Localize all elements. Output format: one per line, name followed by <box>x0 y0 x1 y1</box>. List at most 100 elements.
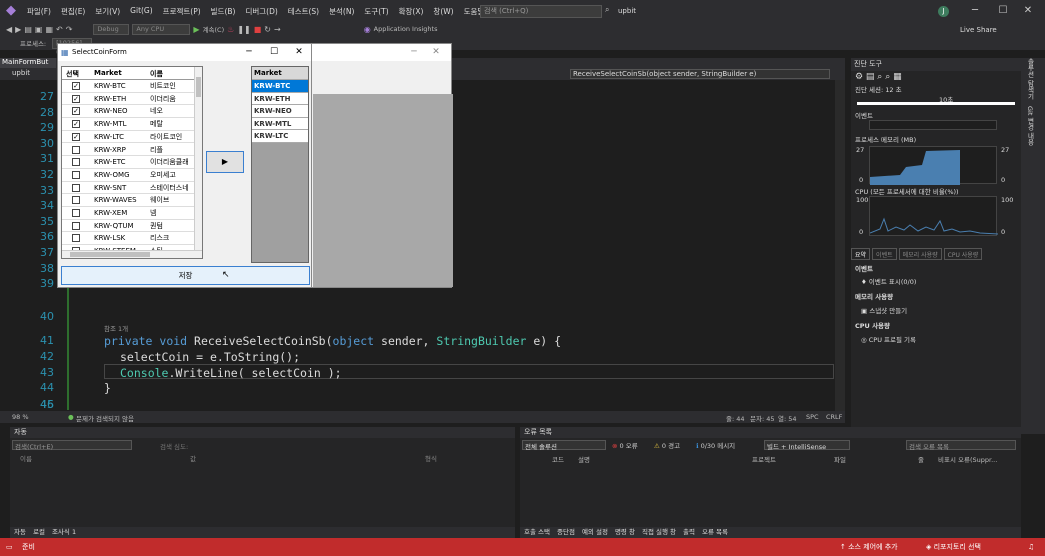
list-item[interactable]: KRW-NEO <box>252 105 308 118</box>
diag-tab-0[interactable]: 요약 <box>851 248 871 260</box>
menu-item-11[interactable]: 창(W) <box>428 6 458 17</box>
autos-search-input[interactable]: 검색(Ctrl+E) <box>12 440 132 451</box>
grid-row[interactable]: ✓ KRW-ETH 이더리움 <box>62 93 194 106</box>
grid-row[interactable]: ✓ KRW-LTC 라이트코인 <box>62 131 194 144</box>
repo-button[interactable]: ◈ 리포지토리 선택 <box>926 538 981 556</box>
scroll-thumb[interactable] <box>196 77 201 97</box>
diag-tab-2[interactable]: 메모리 사용량 <box>898 248 942 260</box>
header-market[interactable]: Market <box>94 69 122 77</box>
snapshot-button[interactable]: ▣ 스냅샷 만들기 <box>861 305 907 315</box>
diag-tab-3[interactable]: CPU 사용량 <box>943 248 983 260</box>
row-checkbox[interactable] <box>72 183 80 192</box>
issues-text[interactable]: 문제가 검색되지 않음 <box>76 413 134 423</box>
member-dropdown[interactable]: ReceiveSelectCoinSb(object sender, Strin… <box>570 69 830 79</box>
live-share-button[interactable]: Live Share <box>960 26 997 34</box>
step-icon[interactable]: → <box>274 25 281 34</box>
grid-row[interactable]: KRW-LSK 리스크 <box>62 232 194 246</box>
bg-close-icon[interactable]: ✕ <box>423 44 449 61</box>
menu-item-9[interactable]: 도구(T) <box>359 6 393 17</box>
git-changes-tab[interactable]: Git 변경 내용 <box>1025 106 1035 146</box>
show-events-link[interactable]: ♦ 이벤트 표시(0/0) <box>861 276 916 286</box>
grid-row[interactable]: ✓ KRW-MTL 메탈 <box>62 118 194 131</box>
row-checkbox[interactable] <box>72 209 80 217</box>
menu-item-5[interactable]: 빌드(B) <box>206 6 241 17</box>
save-button[interactable]: 저장 <box>61 266 310 285</box>
save-icon[interactable]: ▦ <box>45 25 53 34</box>
errors-tab-5[interactable]: 출력 <box>683 528 695 536</box>
solution-explorer-tab[interactable]: 솔루션 탐색기 <box>1025 58 1035 99</box>
form-close-icon[interactable]: ✕ <box>286 44 312 61</box>
project-dropdown[interactable]: upbit <box>12 69 30 77</box>
diag-toolbar-icons[interactable]: ⚙ ▤ ⌕ ⌕ ▦ <box>855 72 902 82</box>
error-col-4[interactable]: 줄 <box>918 454 924 464</box>
form-minimize-icon[interactable]: ─ <box>236 44 262 61</box>
vertical-scrollbar[interactable] <box>835 80 845 411</box>
row-checkbox[interactable]: ✓ <box>72 120 80 129</box>
timeline-ruler[interactable] <box>857 102 1015 105</box>
h-scroll-thumb[interactable] <box>70 252 150 257</box>
build-filter-dropdown[interactable]: 빌드 + IntelliSense <box>764 440 850 451</box>
row-checkbox[interactable] <box>72 145 80 154</box>
autos-tab-2[interactable]: 조사식 1 <box>52 528 76 536</box>
form-maximize-icon[interactable]: ☐ <box>261 44 287 61</box>
grid-row[interactable]: KRW-WAVES 웨이브 <box>62 194 194 207</box>
search-icon[interactable]: ⌕ <box>605 5 609 15</box>
new-file-icon[interactable]: ▤ <box>24 25 32 34</box>
list-item[interactable]: KRW-BTC <box>252 80 308 93</box>
grid-row[interactable]: KRW-XEM 넴 <box>62 207 194 220</box>
grid-horizontal-scrollbar[interactable] <box>62 250 202 258</box>
minimize-icon[interactable]: ─ <box>961 0 989 22</box>
scope-dropdown[interactable]: 전체 솔루션 <box>522 440 606 451</box>
continue-icon[interactable]: ▶ <box>193 25 199 34</box>
grid-row[interactable]: ✓ KRW-NEO 네오 <box>62 105 194 119</box>
warnings-filter[interactable]: ⚠ 0 경고 <box>654 440 680 450</box>
cpu-profile-button[interactable]: ◎ CPU 프로필 기록 <box>861 334 916 344</box>
config-dropdown[interactable]: Debug <box>93 23 130 35</box>
errors-tab-1[interactable]: 중단점 <box>557 528 575 536</box>
error-col-5[interactable]: 비표시 오류(Suppr... <box>938 454 997 464</box>
grid-row[interactable]: KRW-SNT 스테이터스네 <box>62 182 194 195</box>
menu-item-1[interactable]: 편집(E) <box>56 6 90 17</box>
continue-button[interactable]: 계속(C) <box>203 24 225 34</box>
open-folder-icon[interactable]: ▣ <box>35 25 43 34</box>
errors-tab-6[interactable]: 오류 목록 <box>702 528 728 536</box>
errors-tab-0[interactable]: 호출 스택 <box>524 528 550 536</box>
messages-filter[interactable]: ℹ 0/30 메시지 <box>696 440 735 450</box>
hot-reload-icon[interactable]: ♨ <box>227 25 234 34</box>
row-checkbox[interactable] <box>72 196 80 205</box>
list-item[interactable]: KRW-LTC <box>252 130 308 143</box>
avatar[interactable]: J <box>938 6 949 17</box>
grid-row[interactable]: KRW-XRP 리플 <box>62 144 194 157</box>
pause-icon[interactable]: ❚❚ <box>237 25 250 34</box>
header-select[interactable]: 선택 <box>66 69 79 79</box>
row-checkbox[interactable]: ✓ <box>72 107 80 116</box>
row-checkbox[interactable]: ✓ <box>72 82 80 90</box>
autos-tab-1[interactable]: 로컬 <box>33 528 45 536</box>
move-to-list-button[interactable]: ▶ <box>206 151 244 173</box>
forward-icon[interactable]: ▶ <box>15 25 21 34</box>
grid-row[interactable]: ✓ KRW-BTC 비트코인 <box>62 80 194 93</box>
error-col-1[interactable]: 설명 <box>578 454 590 464</box>
menu-item-4[interactable]: 프로젝트(P) <box>158 6 206 17</box>
row-checkbox[interactable] <box>72 221 80 230</box>
error-search-input[interactable]: 검색 오류 목록 <box>906 440 1016 451</box>
menu-item-0[interactable]: 파일(F) <box>22 6 56 17</box>
autos-tab-0[interactable]: 자동 <box>14 528 26 536</box>
coin-grid[interactable]: 선택 Market 이름 ✓ KRW-BTC 비트코인 ✓ KRW-ETH 이더리움 ✓ KR… <box>61 66 203 259</box>
platform-dropdown[interactable]: Any CPU <box>132 23 191 35</box>
menu-item-3[interactable]: Git(G) <box>125 6 158 17</box>
list-item[interactable]: KRW-MTL <box>252 117 308 130</box>
row-checkbox[interactable]: ✓ <box>72 94 80 103</box>
notifications-icon[interactable]: ♫ <box>1028 538 1034 556</box>
header-name[interactable]: 이름 <box>150 69 163 79</box>
list-item[interactable]: KRW-ETH <box>252 92 308 105</box>
error-col-2[interactable]: 프로젝트 <box>752 454 776 464</box>
error-col-0[interactable]: 코드 <box>552 454 564 464</box>
grid-row[interactable]: KRW-ETC 이더리움클래 <box>62 156 194 169</box>
row-checkbox[interactable] <box>72 158 80 167</box>
redo-icon[interactable]: ↷ <box>66 25 73 34</box>
close-icon[interactable]: ✕ <box>1014 0 1042 22</box>
undo-icon[interactable]: ↶ <box>56 25 63 34</box>
errors-tab-3[interactable]: 명령 창 <box>615 528 635 536</box>
back-icon[interactable]: ◀ <box>6 25 12 34</box>
